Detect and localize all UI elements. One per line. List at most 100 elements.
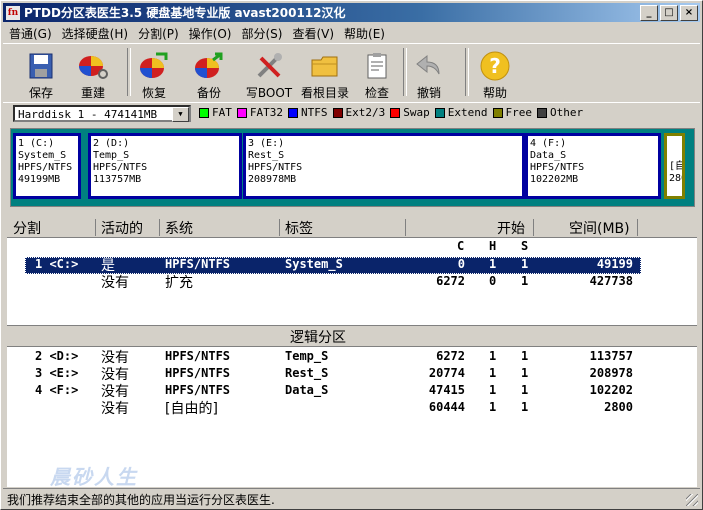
table-row[interactable]: 2 <D:> 没有 HPFS/NTFS Temp_S 6272 1 1 1137…	[7, 349, 697, 366]
check-button[interactable]: 检查	[353, 48, 401, 100]
tools-icon	[253, 50, 285, 82]
menu-view[interactable]: 查看(V)	[286, 23, 338, 42]
partition-block-e[interactable]: 3 (E:) Rest_S HPFS/NTFS 208978MB	[243, 133, 525, 199]
help-icon: ?	[479, 50, 511, 82]
col-sector: S	[521, 239, 529, 253]
column-divider[interactable]	[279, 219, 280, 236]
menu-partition[interactable]: 分割(P)	[132, 23, 183, 42]
app-icon[interactable]: fn	[6, 5, 20, 20]
folder-icon	[309, 50, 341, 82]
resize-grip-icon[interactable]	[686, 494, 698, 506]
save-button[interactable]: 保存	[17, 48, 65, 100]
check-label: 检查	[364, 86, 389, 100]
backup-label: 备份	[196, 86, 221, 100]
disk-select-value: Harddisk 1 - 474141MB	[18, 108, 158, 121]
table-row[interactable]: 1 <C:> 是 HPFS/NTFS System_S 0 1 1 49199	[7, 257, 697, 274]
menu-select-disk[interactable]: 选择硬盘(H)	[56, 23, 132, 42]
disk-select[interactable]: Harddisk 1 - 474141MB ▼	[13, 105, 191, 122]
legend-swatch	[390, 107, 401, 118]
legend-free: Free	[492, 106, 532, 119]
column-divider[interactable]	[95, 219, 96, 236]
backup-button[interactable]: 备份	[185, 48, 233, 100]
watermark-logo: 晨砂人生	[50, 465, 138, 489]
legend-ext: Ext2/3	[332, 106, 385, 119]
chevron-down-icon[interactable]: ▼	[172, 107, 189, 122]
rebuild-label: 重建	[80, 86, 105, 100]
backup-icon	[193, 50, 225, 82]
legend-fat32: FAT32	[236, 106, 283, 119]
fs-legend: FAT FAT32 NTFS Ext2/3 Swap Extend Free O…	[199, 106, 588, 119]
legend-swatch	[434, 107, 445, 118]
restore-label: 恢复	[141, 86, 166, 100]
legend-extend: Extend	[434, 106, 488, 119]
table-row[interactable]: 没有 [自由的] 60444 1 1 2800	[7, 400, 697, 417]
legend-fat: FAT	[199, 106, 232, 119]
table-row[interactable]: 4 <F:> 没有 HPFS/NTFS Data_S 47415 1 1 102…	[7, 383, 697, 400]
table-row[interactable]: 没有 扩充 6272 0 1 427738	[7, 274, 697, 291]
maximize-button[interactable]: □	[660, 5, 678, 21]
status-bar: 我们推荐结束全部的其他的应用当运行分区表医生.	[3, 488, 700, 508]
legend-other: Other	[537, 106, 583, 119]
col-start[interactable]: 开始	[497, 218, 525, 238]
view-root-label: 看根目录	[301, 86, 350, 100]
partition-block-free[interactable]: [自280	[664, 133, 685, 199]
table-row[interactable]: 3 <E:> 没有 HPFS/NTFS Rest_S 20774 1 1 208…	[7, 366, 697, 383]
logical-partitions-band: 逻辑分区	[7, 325, 697, 347]
col-size[interactable]: 空间(MB)	[569, 218, 630, 238]
legend-swatch	[537, 107, 547, 118]
status-text: 我们推荐结束全部的其他的应用当运行分区表医生.	[7, 493, 275, 507]
menu-help[interactable]: 帮助(E)	[338, 23, 389, 42]
column-divider[interactable]	[159, 219, 160, 236]
menu-bar: 普通(G) 选择硬盘(H) 分割(P) 操作(O) 部分(S) 查看(V) 帮助…	[3, 23, 389, 42]
partition-table: 分割 活动的 系统 标签 开始 空间(MB) C H S 1 <C:> 是 HP…	[7, 217, 697, 487]
write-boot-button[interactable]: 写BOOT	[245, 48, 293, 100]
menu-section[interactable]: 部分(S)	[235, 23, 286, 42]
col-active[interactable]: 活动的	[101, 218, 143, 238]
col-head: H	[489, 239, 497, 253]
table-header: 分割 活动的 系统 标签 开始 空间(MB)	[7, 217, 697, 238]
col-label[interactable]: 标签	[285, 218, 313, 238]
column-divider[interactable]	[405, 219, 406, 236]
legend-swatch	[332, 107, 343, 118]
col-system[interactable]: 系统	[165, 218, 193, 238]
column-divider[interactable]	[533, 219, 534, 236]
toolbar-separator	[465, 48, 469, 96]
undo-button[interactable]: 撤销	[405, 48, 453, 100]
close-button[interactable]: ×	[680, 5, 698, 21]
legend-ntfs: NTFS	[288, 106, 328, 119]
partition-map: 1 (C:) System_S HPFS/NTFS 49199MB 2 (D:) Tem…	[10, 128, 695, 207]
undo-arrow-icon	[413, 50, 445, 82]
save-label: 保存	[28, 86, 53, 100]
legend-swap: Swap	[390, 106, 430, 119]
partition-block-c[interactable]: 1 (C:) System_S HPFS/NTFS 49199MB	[13, 133, 81, 199]
minimize-button[interactable]: _	[640, 5, 658, 21]
title-bar[interactable]: fn PTDD分区表医生3.5 硬盘基地专业版 avast200112汉化 _ …	[3, 3, 700, 22]
menu-operations[interactable]: 操作(O)	[183, 23, 236, 42]
undo-label: 撤销	[416, 86, 441, 100]
restore-icon	[138, 50, 170, 82]
logical-partitions-title: 逻辑分区	[290, 330, 346, 346]
disk-selector-row: Harddisk 1 - 474141MB ▼ FAT FAT32 NTFS E…	[3, 102, 700, 125]
floppy-icon	[25, 50, 57, 82]
menu-general[interactable]: 普通(G)	[3, 23, 56, 42]
rebuild-disk-icon	[77, 50, 109, 82]
column-divider[interactable]	[637, 219, 638, 236]
partition-block-f[interactable]: 4 (F:) Data_S HPFS/NTFS 102202MB	[525, 133, 661, 199]
legend-swatch	[492, 107, 503, 118]
legend-swatch	[288, 107, 298, 118]
legend-swatch	[236, 107, 247, 118]
view-root-button[interactable]: 看根目录	[301, 48, 349, 100]
help-button[interactable]: ? 帮助	[471, 48, 519, 100]
legend-swatch	[199, 107, 209, 118]
restore-button[interactable]: 恢复	[130, 48, 178, 100]
clipboard-icon	[361, 50, 393, 82]
window-title: PTDD分区表医生3.5 硬盘基地专业版 avast200112汉化	[24, 6, 346, 20]
rebuild-button[interactable]: 重建	[69, 48, 117, 100]
partition-block-d[interactable]: 2 (D:) Temp_S HPFS/NTFS 113757MB	[88, 133, 242, 199]
app-window: fn PTDD分区表医生3.5 硬盘基地专业版 avast200112汉化 _ …	[0, 0, 703, 510]
write-boot-label: 写BOOT	[245, 86, 293, 100]
toolbar: 保存 重建 恢复 备份 写BOOT 看根目录 检查 撤销 ? 帮助	[3, 43, 700, 103]
col-partition[interactable]: 分割	[13, 218, 41, 238]
help-label: 帮助	[482, 86, 507, 100]
col-cylinder: C	[457, 239, 465, 253]
